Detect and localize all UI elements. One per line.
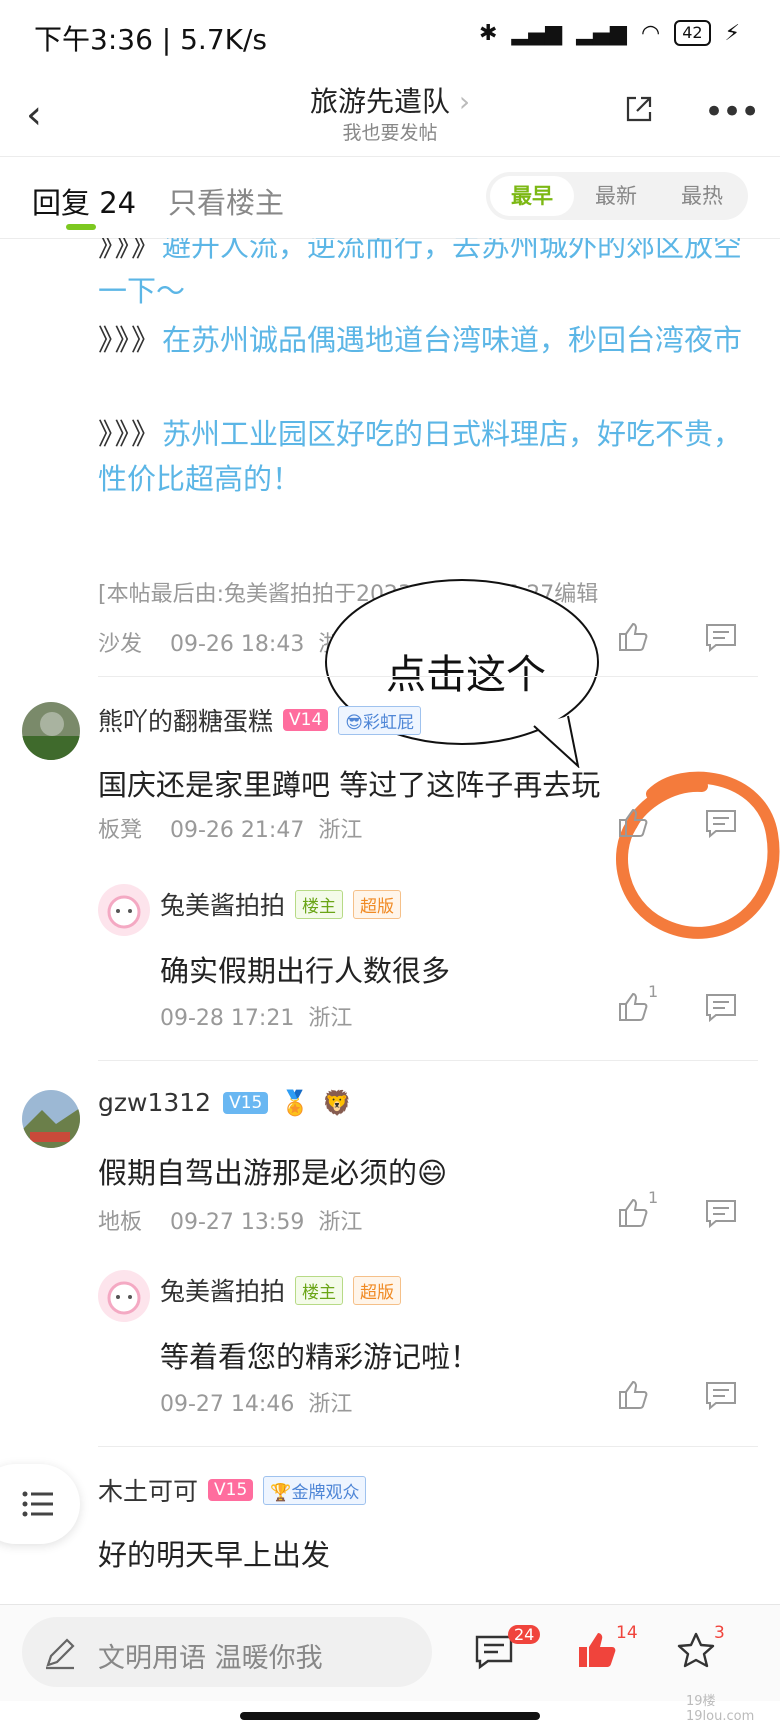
comment-icon[interactable] [704, 990, 738, 1024]
favorite-count: 3 [714, 1623, 725, 1643]
thread-content: 》》》避开人流，逆流而行，去苏州城外的郊区放空一下～ 》》》在苏州诚品偶遇地道台… [0, 238, 780, 1608]
like-icon[interactable] [616, 620, 650, 654]
list-icon [22, 1491, 53, 1517]
comment-text: 假期自驾出游那是必须的😄 [98, 1156, 448, 1190]
like-count: 14 [616, 1623, 638, 1643]
bluetooth-icon: ✱ [479, 20, 498, 46]
comment-icon[interactable] [704, 1196, 738, 1230]
tab-owner-only[interactable]: 只看楼主 [168, 180, 284, 222]
charging-icon: ⚡ [724, 20, 740, 46]
divider [98, 1446, 758, 1447]
username[interactable]: 兔美酱拍拍 [160, 886, 285, 922]
like-count: 1 [648, 982, 659, 1001]
reply-meta: 09-28 17:21 浙江 [160, 1006, 353, 1031]
reply-meta: 09-27 14:46 浙江 [160, 1392, 353, 1417]
level-badge: V14 [283, 709, 329, 731]
comment-text: 国庆还是家里蹲吧 等过了这阵子再去玩 [98, 768, 601, 802]
reply-header: 兔美酱拍拍 楼主 超版 [160, 886, 402, 922]
avatar[interactable] [22, 702, 80, 760]
avatar[interactable] [98, 884, 150, 936]
home-indicator[interactable] [240, 1712, 540, 1720]
more-icon[interactable]: ••• [704, 92, 760, 132]
username[interactable]: 木土可可 [98, 1472, 198, 1508]
reply-tabs: 回复 24 只看楼主 最早 最新 最热 [0, 156, 780, 239]
signal-icon: ▂▄▆ [576, 20, 627, 46]
bubble-text: 点击这个 [386, 652, 546, 698]
post-line[interactable]: 》》》苏州工业园区好吃的日式料理店，好吃不贵，性价比超高的！ [98, 412, 758, 502]
divider [98, 1060, 758, 1061]
new-post-link[interactable]: 我也要发帖 [0, 118, 780, 145]
pencil-icon [46, 1638, 75, 1670]
battery-icon: 42 [674, 20, 711, 46]
status-time: 下午3:36 | 5.7K/s [34, 23, 268, 56]
comment-header: 木土可可 V15 🏆金牌观众 [98, 1472, 367, 1508]
username[interactable]: gzw1312 [98, 1088, 211, 1117]
comment-icon[interactable] [704, 1378, 738, 1412]
comment-header: gzw1312 V15 🏅 🦁 [98, 1088, 352, 1117]
like-icon[interactable] [616, 806, 650, 840]
bottom-bar: 文明用语 温暖你我 24 14 3 [0, 1604, 780, 1701]
watermark: 19楼 19lou.com [686, 1694, 755, 1724]
divider [98, 676, 758, 677]
status-bar: 下午3:36 | 5.7K/s ✱ ▂▄▆ ▂▄▆ ◠ 42 ⚡ [0, 0, 780, 72]
share-icon[interactable] [624, 94, 654, 124]
level-badge: V15 [208, 1479, 254, 1501]
post-line[interactable]: 》》》避开人流，逆流而行，去苏州城外的郊区放空一下～ [98, 238, 758, 314]
like-icon[interactable] [576, 1629, 618, 1671]
comment-meta: 板凳 09-26 21:47 浙江 [98, 818, 363, 843]
comment-icon[interactable] [704, 806, 738, 840]
star-icon[interactable] [676, 1631, 716, 1671]
forum-title[interactable]: 旅游先遣队 › [0, 80, 780, 120]
medal-icon: 🏅 [280, 1088, 311, 1117]
sort-toggle: 最早 最新 最热 [486, 172, 748, 220]
tab-indicator [66, 224, 96, 230]
avatar[interactable] [22, 1090, 80, 1148]
medal-icon: 😎 [345, 712, 364, 733]
comment-icon[interactable] [704, 620, 738, 654]
highlight-circle-annotation [616, 771, 780, 939]
comment-count: 24 [508, 1625, 541, 1644]
status-icons: ✱ ▂▄▆ ▂▄▆ ◠ 42 ⚡ [479, 20, 740, 46]
like-icon[interactable] [616, 990, 650, 1024]
moderator-tag: 超版 [353, 1275, 402, 1305]
nav-bar: ‹ 旅游先遣队 › 我也要发帖 ••• [0, 72, 780, 157]
moderator-tag: 超版 [353, 889, 402, 919]
username[interactable]: 熊吖的翻糖蛋糕 [98, 702, 273, 738]
medal-badge: 😎彩虹屁 [338, 705, 422, 735]
comment-header: 熊吖的翻糖蛋糕 V14 😎彩虹屁 [98, 702, 422, 738]
comment-placeholder: 文明用语 温暖你我 [98, 1643, 323, 1674]
sort-newest[interactable]: 最新 [574, 176, 658, 216]
medal-icon: 🏆 [270, 1482, 292, 1503]
catalog-button[interactable] [0, 1464, 80, 1544]
like-icon[interactable] [616, 1378, 650, 1412]
sort-hottest[interactable]: 最热 [660, 176, 744, 216]
owner-tag: 楼主 [295, 1275, 344, 1305]
tab-replies[interactable]: 回复 24 [32, 180, 136, 222]
comment-meta: 地板 09-27 13:59 浙江 [98, 1210, 363, 1235]
owner-tag: 楼主 [295, 889, 344, 919]
comment-text: 好的明天早上出发 [98, 1538, 331, 1572]
username[interactable]: 兔美酱拍拍 [160, 1272, 285, 1308]
wifi-icon: ◠ [640, 20, 661, 46]
avatar[interactable] [98, 1270, 150, 1322]
sort-earliest[interactable]: 最早 [490, 176, 574, 216]
reply-header: 兔美酱拍拍 楼主 超版 [160, 1272, 402, 1308]
like-icon[interactable] [616, 1196, 650, 1230]
reply-text: 等着看您的精彩游记啦！ [160, 1340, 480, 1374]
reply-text: 确实假期出行人数很多 [160, 954, 451, 988]
signal-icon: ▂▄▆ [511, 20, 563, 46]
medal-badge: 🏆金牌观众 [263, 1475, 367, 1505]
level-badge: V15 [223, 1091, 269, 1114]
medal-icon: 🦁 [322, 1088, 353, 1117]
like-count: 1 [648, 1188, 659, 1207]
post-line[interactable]: 》》》在苏州诚品偶遇地道台湾味道，秒回台湾夜市 [98, 318, 758, 363]
